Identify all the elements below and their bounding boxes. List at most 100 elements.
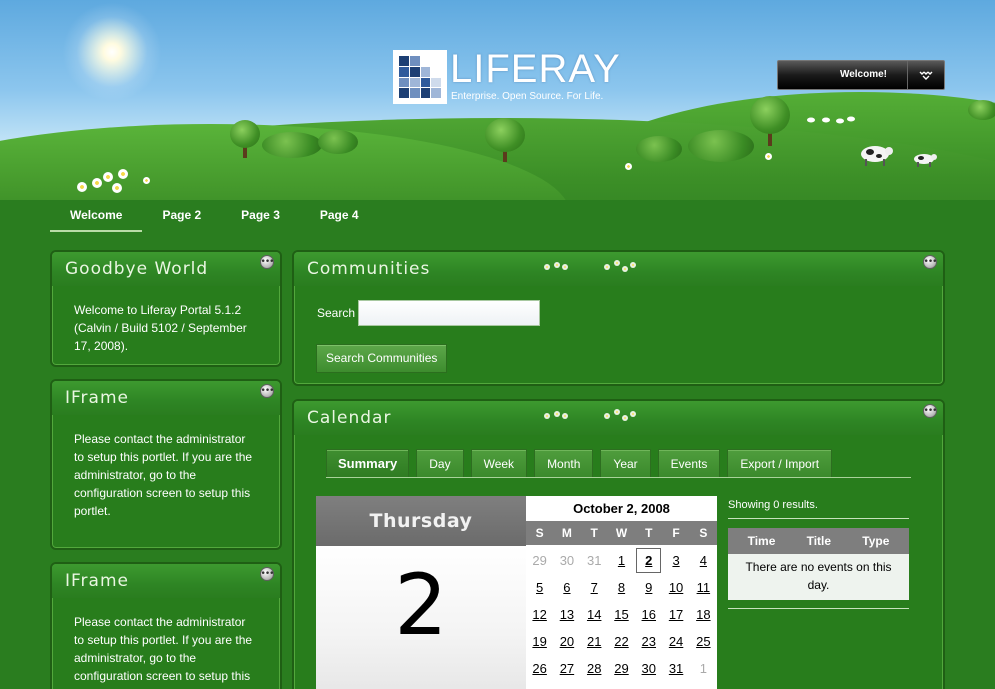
calendar-day[interactable]: 8	[608, 574, 635, 601]
portlet-options-icon[interactable]: •••	[260, 567, 274, 581]
header-banner: LIFERAY Enterprise. Open Source. For Lif…	[0, 0, 995, 200]
community-search-row: Search	[317, 300, 541, 326]
tab-day[interactable]: Day	[416, 449, 464, 478]
bush-graphic	[262, 132, 322, 158]
calendar-day[interactable]: 22	[608, 628, 635, 655]
search-communities-button[interactable]: Search Communities	[316, 344, 448, 373]
calendar-day[interactable]: 5	[526, 574, 553, 601]
portlet-options-icon[interactable]: •••	[260, 255, 274, 269]
flower-graphic	[77, 182, 87, 192]
portlet-calendar: Calendar ••• Summary Day Week Month Year…	[292, 399, 945, 689]
portlet-communities: Communities ••• Search Search Communitie…	[292, 250, 945, 386]
portlet-goodbye-world: Goodbye World ••• Welcome to Liferay Por…	[50, 250, 282, 367]
column-time: Time	[747, 534, 776, 548]
column-type: Type	[862, 534, 890, 548]
dock-menu-icon[interactable]	[907, 61, 944, 89]
calendar-day[interactable]: 21	[581, 628, 608, 655]
welcome-dock-button[interactable]: Welcome!	[777, 60, 945, 90]
calendar-day[interactable]: 30	[635, 655, 662, 682]
tab-week[interactable]: Week	[470, 449, 528, 478]
calendar-day[interactable]: 18	[690, 601, 717, 628]
calendar-day[interactable]: 7	[581, 574, 608, 601]
portlet-options-icon[interactable]: •••	[923, 404, 937, 418]
day-number: 2	[316, 546, 526, 689]
portlet-title: Goodbye World	[65, 259, 209, 279]
calendar-day: 1	[699, 661, 707, 676]
calendar-day[interactable]: 29	[608, 655, 635, 682]
flower-graphic	[92, 178, 102, 188]
weekday-label: M	[561, 526, 572, 540]
calendar-day[interactable]: 15	[608, 601, 635, 628]
flower-graphic	[143, 177, 150, 184]
calendar-tabs: Summary Day Week Month Year Events Expor…	[326, 449, 839, 478]
tab-year[interactable]: Year	[600, 449, 651, 478]
portlet-title-bar: IFrame •••	[52, 381, 280, 415]
flower-decoration	[544, 258, 644, 274]
calendar-day[interactable]: 23	[635, 628, 662, 655]
calendar-day[interactable]: 28	[581, 655, 608, 682]
nav-item-page-2[interactable]: Page 2	[142, 200, 221, 232]
search-label: Search	[317, 306, 356, 320]
day-summary-panel: Thursday 2	[316, 496, 526, 689]
flower-graphic	[765, 153, 772, 160]
calendar-day[interactable]: 11	[690, 574, 717, 601]
calendar-day[interactable]: 13	[553, 601, 580, 628]
calendar-day[interactable]: 19	[526, 628, 553, 655]
tab-events[interactable]: Events	[657, 449, 721, 478]
portlet-title-bar: Calendar •••	[294, 401, 943, 435]
calendar-day[interactable]: 26	[526, 655, 553, 682]
calendar-day[interactable]: 25	[690, 628, 717, 655]
calendar-day[interactable]: 3	[662, 547, 689, 574]
flower-graphic	[118, 169, 128, 179]
calendar-day[interactable]: 17	[662, 601, 689, 628]
nav-item-page-4[interactable]: Page 4	[300, 200, 379, 232]
nav-item-page-3[interactable]: Page 3	[221, 200, 300, 232]
portlet-title-bar: IFrame •••	[52, 564, 280, 598]
weekday-label: S	[699, 526, 708, 540]
tab-summary[interactable]: Summary	[326, 449, 410, 478]
calendar-day[interactable]: 14	[581, 601, 608, 628]
portlet-options-icon[interactable]: •••	[260, 384, 274, 398]
calendar-day[interactable]: 10	[662, 574, 689, 601]
portlet-options-icon[interactable]: •••	[923, 255, 937, 269]
divider	[728, 518, 909, 519]
portlet-title: IFrame	[65, 571, 129, 591]
weekday-label: T	[645, 526, 653, 540]
calendar-day[interactable]: 27	[553, 655, 580, 682]
weekday-label: W	[615, 526, 628, 540]
calendar-day[interactable]: 24	[662, 628, 689, 655]
tree-graphic	[230, 120, 260, 160]
tab-month[interactable]: Month	[534, 449, 594, 478]
calendar-day[interactable]: 9	[635, 574, 662, 601]
bush-graphic	[688, 130, 754, 162]
calendar-day[interactable]: 31	[662, 655, 689, 682]
portlet-title-bar: Goodbye World •••	[52, 252, 280, 286]
portlet-content: Please contact the administrator to setu…	[74, 432, 253, 518]
calendar-day[interactable]: 16	[635, 601, 662, 628]
divider	[728, 608, 909, 609]
welcome-label: Welcome!	[839, 69, 887, 80]
calendar-day[interactable]: 20	[553, 628, 580, 655]
calendar-day: 29	[532, 553, 547, 568]
nav-item-welcome[interactable]: Welcome	[50, 200, 143, 232]
cow-graphic	[807, 116, 855, 124]
community-search-input[interactable]	[358, 300, 541, 326]
tab-export-import[interactable]: Export / Import	[727, 449, 833, 478]
weekday-label: F	[672, 526, 680, 540]
empty-message: There are no events on this day.	[728, 554, 909, 600]
liferay-logo: LIFERAY Enterprise. Open Source. For Lif…	[393, 47, 620, 106]
calendar-day[interactable]: 4	[690, 547, 717, 574]
calendar-day[interactable]: 6	[553, 574, 580, 601]
flower-graphic	[103, 172, 113, 182]
weekday-header: SMTWTFS	[526, 521, 717, 545]
column-title: Title	[806, 534, 832, 548]
mini-calendar-title: October 2, 2008	[573, 501, 670, 516]
events-table: Time Title Type There are no events on t…	[728, 528, 909, 600]
tree-graphic	[485, 118, 525, 164]
calendar-day-today[interactable]: 2	[635, 547, 662, 574]
calendar-day: 31	[586, 553, 602, 568]
calendar-day[interactable]: 12	[526, 601, 553, 628]
mini-calendar: October 2, 2008 SMTWTFS 29 30 31 1 2 3 4 5 6 7 8 9 1…	[526, 496, 717, 689]
day-name: Thursday	[316, 496, 526, 546]
calendar-day[interactable]: 1	[608, 547, 635, 574]
